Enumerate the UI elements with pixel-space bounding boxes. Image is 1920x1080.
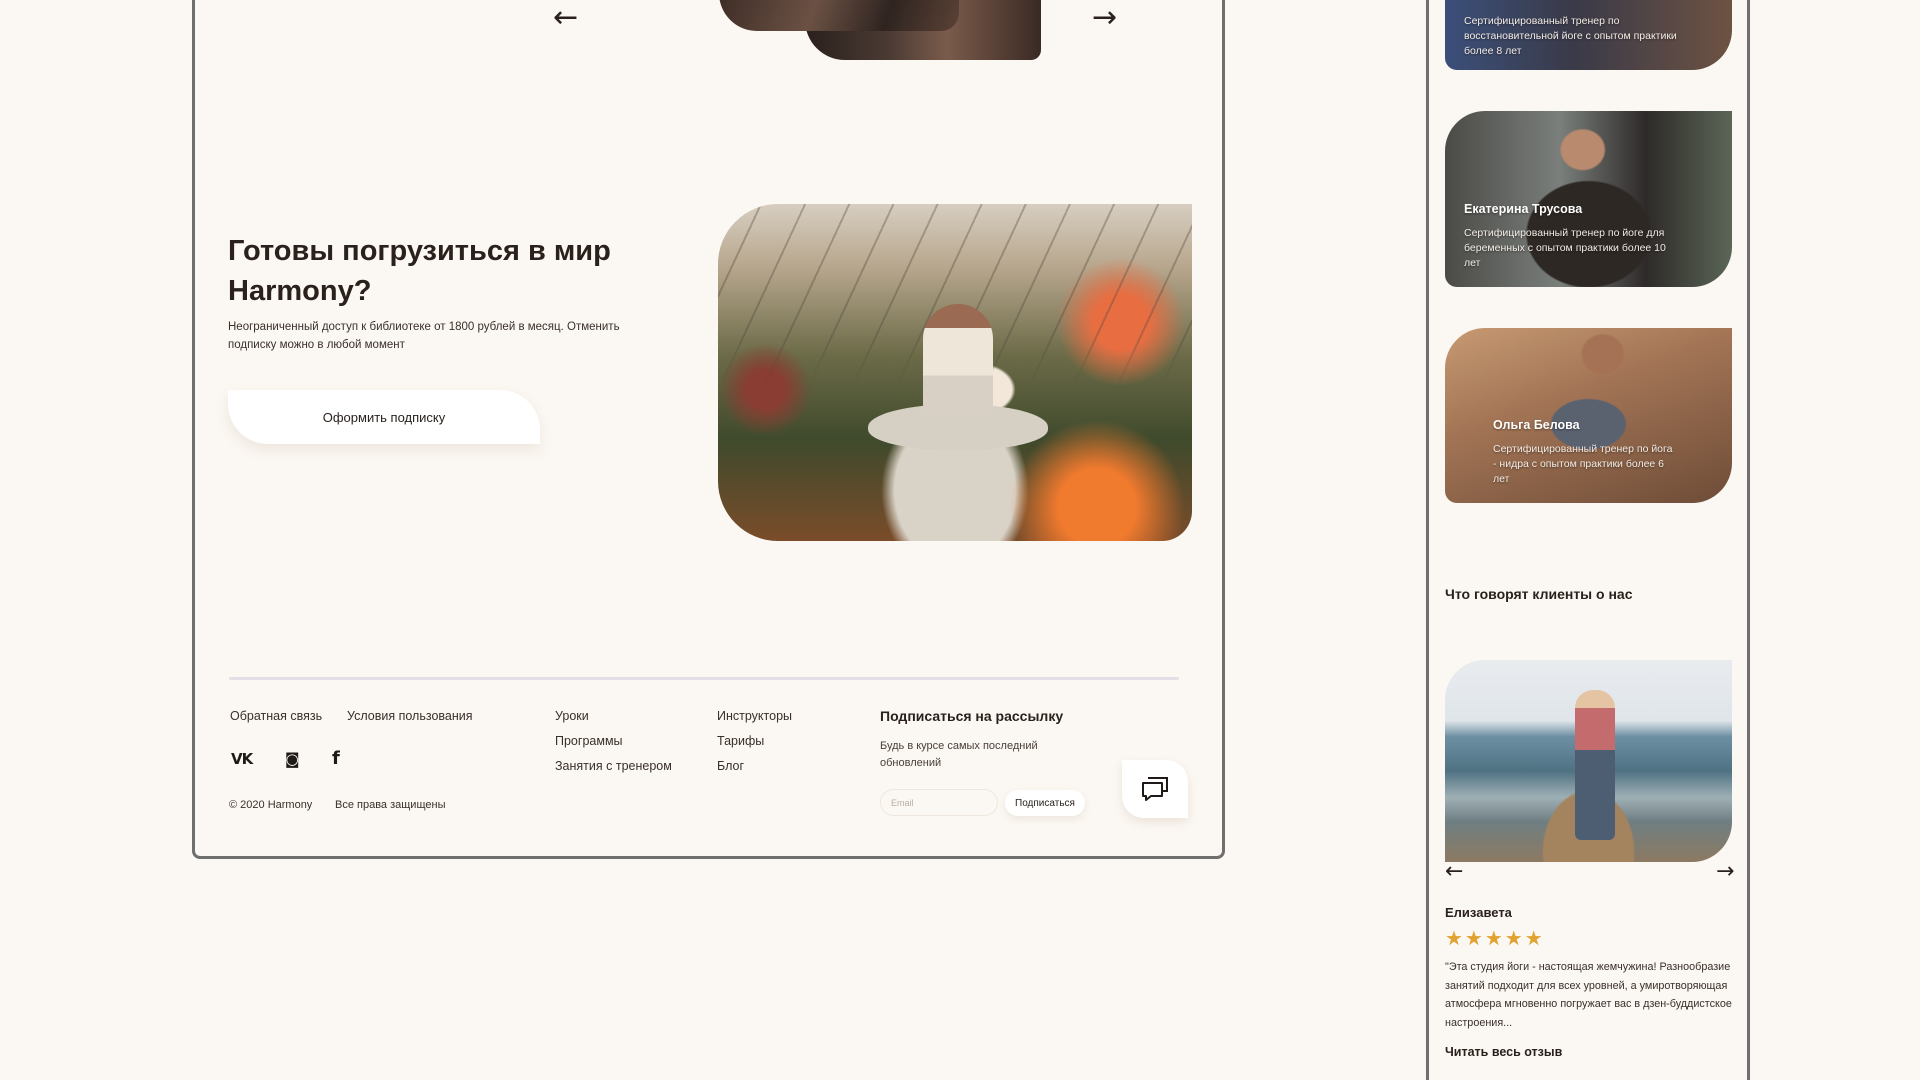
reviews-title: Что говорят клиенты о нас (1445, 586, 1633, 602)
newsletter-subscribe-button[interactable]: Подписаться (1005, 790, 1085, 816)
footer-link-blog[interactable]: Блог (717, 759, 744, 773)
review-photo (1445, 660, 1732, 862)
hero-title: Готовы погрузиться в мир Harmony? (228, 235, 611, 307)
arrow-left-icon[interactable]: ← (1445, 859, 1463, 884)
trainer-card[interactable]: Сертифицированный тренер по восстановите… (1445, 0, 1732, 70)
vk-icon[interactable]: VK (231, 750, 253, 768)
desktop-page-frame: ← → Готовы погрузиться в мир Harmony? Не… (192, 0, 1225, 859)
trainer-description: Сертифицированный тренер по йоге для бер… (1464, 227, 1666, 269)
mobile-page-frame: Сертифицированный тренер по восстановите… (1426, 0, 1750, 1080)
trainer-name: Ольга Белова (1493, 418, 1580, 432)
email-input[interactable] (880, 789, 998, 816)
facebook-icon[interactable]: f (332, 748, 340, 769)
newsletter-title: Подписаться на рассылку (880, 708, 1064, 724)
arrow-left-icon[interactable]: ← (553, 3, 578, 33)
footer-link-programs[interactable]: Программы (555, 734, 623, 748)
footer-link-trainer-classes[interactable]: Занятия с тренером (555, 759, 672, 773)
chat-icon (1142, 777, 1168, 801)
reviewer-name: Елизавета (1445, 905, 1512, 920)
trainer-description: Сертифицированный тренер по йога - нидра… (1493, 443, 1673, 485)
instagram-icon[interactable]: ◙ (285, 750, 300, 768)
footer-link-pricing[interactable]: Тарифы (717, 734, 764, 748)
arrow-right-icon[interactable]: → (1092, 3, 1117, 33)
footer-link-feedback[interactable]: Обратная связь (230, 709, 322, 723)
footer-link-instructors[interactable]: Инструкторы (717, 709, 792, 723)
footer-link-terms[interactable]: Условия пользования (347, 709, 473, 723)
arrow-right-icon[interactable]: → (1716, 859, 1734, 884)
read-full-review-link[interactable]: Читать весь отзыв (1445, 1045, 1562, 1059)
chat-button[interactable] (1122, 760, 1188, 818)
rights-text: Все права защищены (335, 799, 446, 811)
footer-link-lessons[interactable]: Уроки (555, 709, 589, 723)
meditation-image (718, 204, 1192, 541)
trainer-description: Сертифицированный тренер по восстановите… (1464, 15, 1677, 57)
rating-stars: ★★★★★ (1445, 926, 1545, 950)
yoga-person (1575, 690, 1615, 840)
footer-divider (229, 677, 1179, 680)
trainer-card[interactable]: Екатерина Трусова Сертифицированный трен… (1445, 111, 1732, 287)
newsletter-text: Будь в курсе самых последний обновлений (880, 740, 1038, 769)
review-text: "Эта студия йоги - настоящая жемчужина! … (1445, 961, 1732, 1029)
trainer-name: Екатерина Трусова (1464, 202, 1583, 216)
trainer-card[interactable]: Ольга Белова Сертифицированный тренер по… (1445, 328, 1732, 503)
meditating-person (923, 304, 993, 414)
trainer-photo (719, 0, 959, 31)
hero-description: Неограниченный доступ к библиотеке от 18… (228, 321, 620, 351)
subscribe-button[interactable]: Оформить подписку (228, 390, 540, 444)
copyright: © 2020 Harmony (229, 799, 313, 811)
